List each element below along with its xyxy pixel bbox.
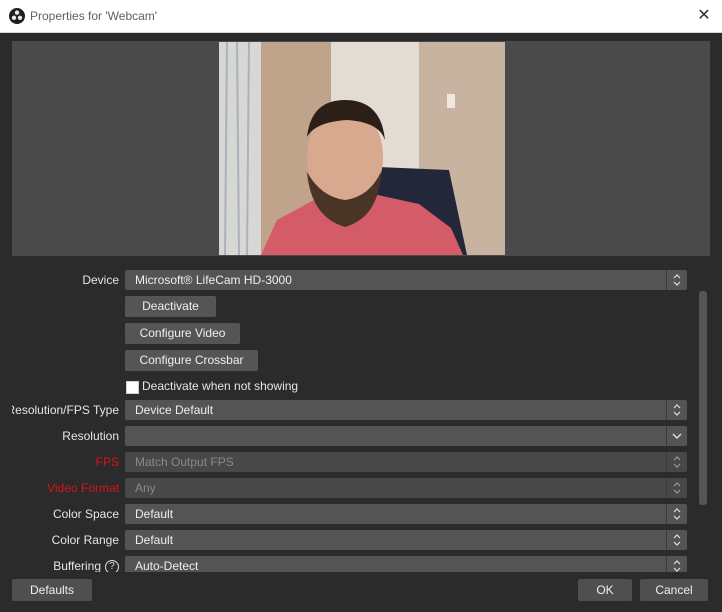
color-space-value: Default [135, 507, 174, 521]
device-select[interactable]: Microsoft® LifeCam HD-3000 [125, 270, 687, 290]
ok-button[interactable]: OK [578, 579, 632, 601]
configure-video-button[interactable]: Configure Video [125, 323, 240, 344]
defaults-button[interactable]: Defaults [12, 579, 92, 601]
video-format-label: Video Format [47, 481, 119, 495]
window-title: Properties for 'Webcam' [30, 9, 158, 23]
fps-select[interactable]: Match Output FPS [125, 452, 687, 472]
deactivate-button[interactable]: Deactivate [125, 296, 216, 317]
close-icon[interactable]: ✕ [686, 0, 722, 32]
resolution-row: Resolution [12, 426, 696, 446]
video-format-value: Any [135, 481, 156, 495]
resolution-fps-type-value: Device Default [135, 403, 214, 417]
color-range-label: Color Range [51, 533, 119, 547]
resolution-fps-type-row: Resolution/FPS Type Device Default [12, 400, 696, 420]
device-label: Device [82, 273, 119, 287]
configure-crossbar-button[interactable]: Configure Crossbar [125, 350, 258, 371]
fps-value: Match Output FPS [135, 455, 234, 469]
resolution-fps-type-label: Resolution/FPS Type [12, 403, 119, 417]
device-row: Device Microsoft® LifeCam HD-3000 [12, 270, 696, 290]
updown-arrow-icon [666, 452, 687, 472]
obs-logo-icon [9, 8, 25, 24]
cancel-button[interactable]: Cancel [640, 579, 708, 601]
color-space-row: Color Space Default [12, 504, 696, 524]
title-bar: Properties for 'Webcam' ✕ [0, 0, 722, 33]
resolution-select[interactable] [125, 426, 687, 446]
properties-form: Device Microsoft® LifeCam HD-3000 Deacti… [12, 264, 696, 574]
buffering-value: Auto-Detect [135, 559, 199, 573]
deactivate-when-not-showing-label: Deactivate when not showing [142, 379, 299, 393]
buffering-label: Buffering [53, 559, 101, 573]
chevron-down-icon [666, 426, 687, 446]
video-format-select[interactable]: Any [125, 478, 687, 498]
deactivate-when-not-showing-checkbox[interactable] [126, 381, 139, 394]
fps-row: FPS Match Output FPS [12, 452, 696, 472]
updown-arrow-icon [666, 400, 687, 420]
updown-arrow-icon [666, 530, 687, 550]
color-range-value: Default [135, 533, 174, 547]
dialog-footer: Defaults OK Cancel [0, 572, 722, 612]
resolution-label: Resolution [62, 429, 119, 443]
device-value: Microsoft® LifeCam HD-3000 [135, 273, 292, 287]
fps-label: FPS [95, 455, 119, 469]
updown-arrow-icon [666, 504, 687, 524]
color-range-select[interactable]: Default [125, 530, 687, 550]
color-space-label: Color Space [52, 507, 119, 521]
vertical-scrollbar[interactable] [699, 291, 707, 505]
deactivate-when-not-showing-row: Deactivate when not showing [12, 378, 696, 398]
webcam-preview-image [219, 42, 505, 255]
updown-arrow-icon [666, 270, 687, 290]
updown-arrow-icon [666, 478, 687, 498]
color-range-row: Color Range Default [12, 530, 696, 550]
color-space-select[interactable]: Default [125, 504, 687, 524]
video-format-row: Video Format Any [12, 478, 696, 498]
resolution-fps-type-select[interactable]: Device Default [125, 400, 687, 420]
preview-panel [12, 41, 710, 256]
